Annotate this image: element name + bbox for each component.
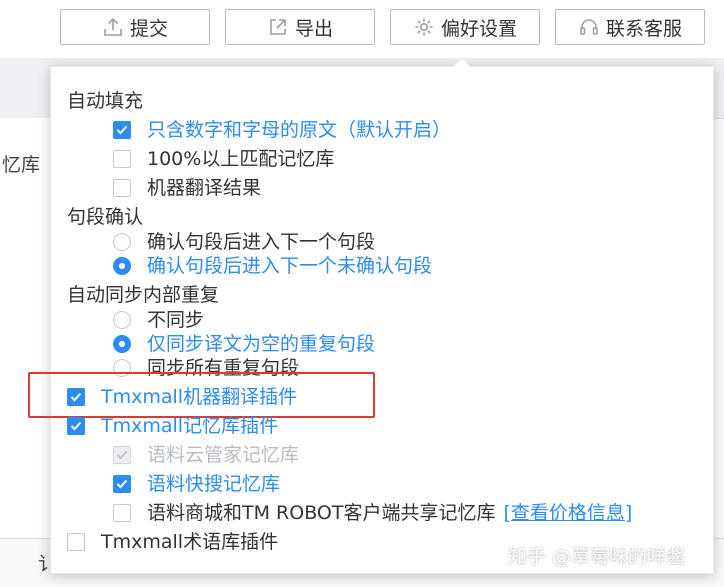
checkmark-icon (116, 450, 128, 460)
tm-plugin-option[interactable]: Tmxmall记忆库插件 (67, 414, 278, 438)
background-text-fragment: 忆库 (2, 154, 41, 176)
sync-empty-only-option[interactable]: 仅同步译文为空的重复句段 (113, 332, 375, 356)
segment-confirm-section-title: 句段确认 (67, 206, 144, 228)
support-label: 联系客服 (605, 17, 682, 40)
confirm-next-segment-option[interactable]: 确认句段后进入下一个句段 (113, 230, 375, 254)
shared-tm-option[interactable]: 语料商城和TM ROBOT客户端共享记忆库 [查看价格信息] (113, 501, 632, 525)
sync-none-option[interactable]: 不同步 (113, 308, 204, 332)
confirm-next-unconfirmed-option[interactable]: 确认句段后进入下一个未确认句段 (113, 254, 432, 278)
autofill-mt-result-option[interactable]: 机器翻译结果 (113, 176, 261, 200)
cloud-tm-option: 语料云管家记忆库 (113, 443, 299, 467)
export-label: 导出 (294, 17, 333, 40)
contact-support-button[interactable]: 联系客服 (555, 9, 705, 45)
checkmark-icon (116, 125, 128, 135)
option-label: 100%以上匹配记忆库 (147, 148, 335, 170)
radio-unselected[interactable] (113, 311, 131, 329)
radio-unselected[interactable] (113, 233, 131, 251)
upload-icon (104, 17, 122, 36)
annotation-highlight-box (28, 372, 375, 418)
view-price-link[interactable]: [查看价格信息] (503, 501, 632, 525)
option-label: Tmxmall记忆库插件 (101, 415, 279, 437)
submit-button[interactable]: 提交 (60, 9, 210, 45)
radio-selected[interactable] (113, 257, 131, 275)
gear-icon (415, 18, 433, 36)
submit-label: 提交 (129, 17, 168, 40)
quick-search-tm-option[interactable]: 语料快搜记忆库 (113, 472, 280, 496)
checkbox-unchecked[interactable] (67, 533, 85, 551)
export-button[interactable]: 导出 (225, 9, 375, 45)
export-icon (270, 19, 286, 35)
option-label: 语料快搜记忆库 (147, 473, 281, 495)
preferences-label: 偏好设置 (440, 17, 517, 40)
checkmark-icon (116, 479, 128, 489)
checkbox-unchecked[interactable] (113, 179, 131, 197)
checkbox-unchecked[interactable] (113, 150, 131, 168)
option-label: 不同步 (147, 309, 205, 331)
checkmark-icon (70, 421, 82, 431)
headset-icon (580, 19, 598, 35)
autofill-alnum-option[interactable]: 只含数字和字母的原文（默认开启） (113, 118, 451, 142)
checkbox-disabled-checked (113, 446, 131, 464)
option-label: 语料商城和TM ROBOT客户端共享记忆库 (147, 502, 496, 524)
term-plugin-option[interactable]: Tmxmall术语库插件 (67, 530, 278, 554)
option-label: 确认句段后进入下一个未确认句段 (147, 255, 433, 277)
checkbox-checked[interactable] (67, 417, 85, 435)
option-label: 确认句段后进入下一个句段 (147, 231, 376, 253)
checkbox-checked[interactable] (113, 121, 131, 139)
checkbox-unchecked[interactable] (113, 504, 131, 522)
auto-sync-section-title: 自动同步内部重复 (67, 284, 220, 306)
top-toolbar: 提交 导出 偏好设置 联系客服 (0, 0, 724, 59)
option-label: 机器翻译结果 (147, 177, 262, 199)
background-left-column (0, 118, 51, 538)
option-label: 语料云管家记忆库 (147, 444, 300, 466)
watermark: 知乎 @草莓味的咩酱 (508, 546, 686, 568)
checkbox-checked[interactable] (113, 475, 131, 493)
radio-selected[interactable] (113, 335, 131, 353)
option-label: 仅同步译文为空的重复句段 (147, 333, 376, 355)
autofill-100-match-option[interactable]: 100%以上匹配记忆库 (113, 147, 334, 171)
option-label: Tmxmall术语库插件 (101, 531, 279, 553)
autofill-section-title: 自动填充 (67, 90, 144, 112)
option-label: 只含数字和字母的原文（默认开启） (147, 119, 452, 141)
preferences-button[interactable]: 偏好设置 (390, 9, 540, 45)
